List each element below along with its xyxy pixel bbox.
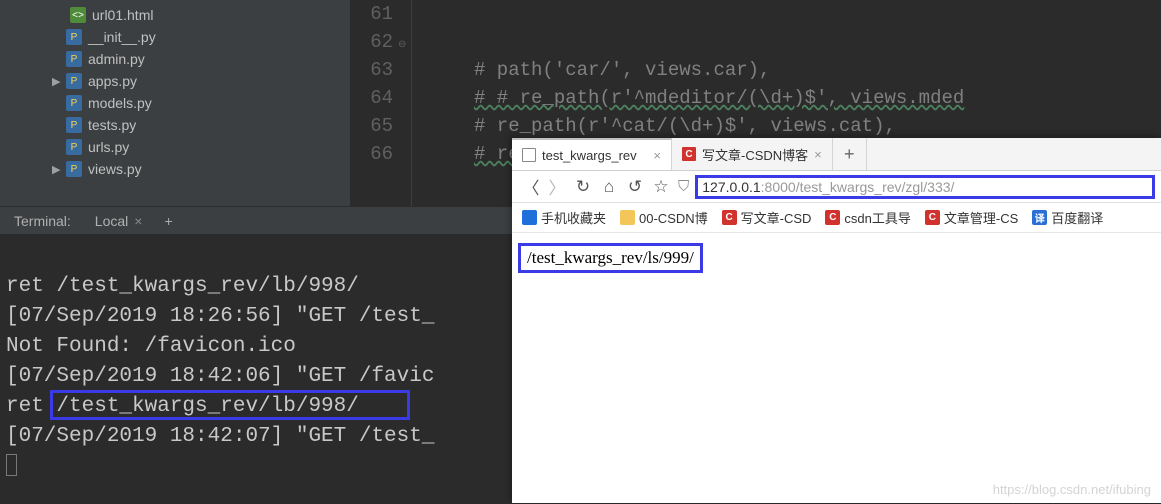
file-tree-item[interactable]: ▶ Pviews.py <box>0 158 350 180</box>
reload-button[interactable]: ↻ <box>570 177 596 197</box>
line-number: 63 <box>350 56 393 84</box>
file-tree-item[interactable]: Padmin.py <box>0 48 350 70</box>
home-button[interactable]: ⌂ <box>596 177 622 197</box>
line-number: 61 <box>350 0 393 28</box>
shield-icon[interactable]: ⛉ <box>678 178 689 195</box>
expand-arrow-icon[interactable]: ▶ <box>52 75 62 88</box>
terminal-line: Not Found: /favicon.ico <box>6 335 296 358</box>
bookmark-item[interactable]: C 文章管理-CS <box>925 208 1018 227</box>
csdn-icon: C <box>925 210 940 225</box>
terminal-tab-label: Local <box>95 213 128 229</box>
code-line: # re_path(r'^cat/(\d+)$', views.cat), <box>474 115 896 137</box>
python-file-icon: P <box>66 51 82 67</box>
page-icon <box>522 148 536 162</box>
url-host: 127.0.0.1 <box>702 179 760 195</box>
terminal-line: ret /test_kwargs_rev/lb/998/ <box>6 275 359 298</box>
favorite-button[interactable]: ☆ <box>648 177 674 197</box>
page-text: /test_kwargs_rev/ls/999/ <box>518 243 703 273</box>
bookmark-label: 00-CSDN博 <box>639 208 708 227</box>
bookmark-label: 写文章-CSD <box>741 208 812 227</box>
editor-gutter: 61 62 63 64 65 66 ⊖ <box>350 0 412 206</box>
file-tree-item[interactable]: <> url01.html <box>0 4 350 26</box>
code-line: # # re_path(r'^mdeditor/(\d+)$', views.m… <box>474 87 964 109</box>
tab-title: test_kwargs_rev <box>542 148 637 163</box>
file-label: apps.py <box>88 73 137 89</box>
back-button[interactable]: 〈 <box>518 174 544 199</box>
python-file-icon: P <box>66 95 82 111</box>
annotation-highlight <box>50 390 410 420</box>
python-file-icon: P <box>66 73 82 89</box>
close-icon[interactable]: × <box>814 147 822 162</box>
bookmark-label: csdn工具导 <box>844 208 910 227</box>
browser-tab[interactable]: C 写文章-CSDN博客 × <box>672 138 833 170</box>
terminal-line: [07/Sep/2019 18:42:06] "GET /favic <box>6 365 434 388</box>
file-label: __init__.py <box>88 29 156 45</box>
bookmark-icon <box>522 210 537 225</box>
project-file-tree[interactable]: <> url01.html P __init__.py Padmin.py ▶ Pap… <box>0 0 350 206</box>
address-bar[interactable]: 127.0.0.1:8000/test_kwargs_rev/zgl/333/ <box>695 175 1155 199</box>
file-label: models.py <box>88 95 152 111</box>
folder-icon <box>620 210 635 225</box>
csdn-icon: C <box>722 210 737 225</box>
file-label: urls.py <box>88 139 129 155</box>
bookmark-label: 百度翻译 <box>1051 208 1103 227</box>
close-icon[interactable]: × <box>653 148 661 163</box>
terminal-cursor <box>6 454 17 476</box>
bookmarks-bar: 手机收藏夹 00-CSDN博 C 写文章-CSD Ccsdn工具导 C 文章管理-C… <box>512 203 1161 233</box>
bookmark-label: 文章管理-CS <box>944 208 1018 227</box>
file-tree-item[interactable]: Purls.py <box>0 136 350 158</box>
file-tree-item[interactable]: Ptests.py <box>0 114 350 136</box>
python-file-icon: P <box>66 117 82 133</box>
file-tree-item[interactable]: ▶ Papps.py <box>0 70 350 92</box>
browser-page-content: /test_kwargs_rev/ls/999/ https://blog.cs… <box>512 233 1161 503</box>
file-label: admin.py <box>88 51 145 67</box>
terminal-title: Terminal: <box>0 213 85 229</box>
file-tree-item[interactable]: Pmodels.py <box>0 92 350 114</box>
bookmark-item[interactable]: 手机收藏夹 <box>522 208 606 227</box>
python-file-icon: P <box>66 139 82 155</box>
file-tree-item[interactable]: P __init__.py <box>0 26 350 48</box>
new-tab-button[interactable]: + <box>833 138 867 170</box>
terminal-tab[interactable]: Local × <box>85 213 153 229</box>
python-file-icon: P <box>66 29 82 45</box>
fold-icon[interactable]: ⊖ <box>398 32 406 60</box>
line-number: 66 <box>350 140 393 168</box>
file-label: tests.py <box>88 117 136 133</box>
browser-tab-strip: test_kwargs_rev × C 写文章-CSDN博客 × + <box>512 138 1161 171</box>
terminal-line: [07/Sep/2019 18:42:07] "GET /test_ <box>6 425 434 448</box>
new-terminal-icon[interactable]: + <box>152 213 184 229</box>
close-icon[interactable]: × <box>134 213 142 229</box>
watermark: https://blog.csdn.net/ifubing <box>993 482 1151 497</box>
csdn-icon: C <box>825 210 840 225</box>
url-path: :8000/test_kwargs_rev/zgl/333/ <box>761 179 955 195</box>
line-number: 62 <box>350 28 393 56</box>
file-label: url01.html <box>92 7 153 23</box>
bookmark-item[interactable]: Ccsdn工具导 <box>825 208 910 227</box>
restore-button[interactable]: ↺ <box>622 177 648 197</box>
translate-icon: 译 <box>1032 210 1047 225</box>
browser-window: test_kwargs_rev × C 写文章-CSDN博客 × + 〈 〉 ↻… <box>512 138 1161 503</box>
bookmark-item[interactable]: C 写文章-CSD <box>722 208 812 227</box>
forward-button[interactable]: 〉 <box>544 174 570 199</box>
browser-toolbar: 〈 〉 ↻ ⌂ ↺ ☆ ⛉ 127.0.0.1:8000/test_kwargs… <box>512 171 1161 203</box>
bookmark-item[interactable]: 00-CSDN博 <box>620 208 708 227</box>
python-file-icon: P <box>66 161 82 177</box>
tab-title: 写文章-CSDN博客 <box>702 145 808 164</box>
expand-arrow-icon[interactable]: ▶ <box>52 163 62 176</box>
code-line: # path('car/', views.car), <box>474 59 770 81</box>
csdn-icon: C <box>682 147 696 161</box>
file-label: views.py <box>88 161 142 177</box>
line-number: 65 <box>350 112 393 140</box>
line-number: 64 <box>350 84 393 112</box>
terminal-line: [07/Sep/2019 18:26:56] "GET /test_ <box>6 305 434 328</box>
bookmark-label: 手机收藏夹 <box>541 208 606 227</box>
html-file-icon: <> <box>70 7 86 23</box>
browser-tab[interactable]: test_kwargs_rev × <box>512 138 672 170</box>
bookmark-item[interactable]: 译百度翻译 <box>1032 208 1103 227</box>
